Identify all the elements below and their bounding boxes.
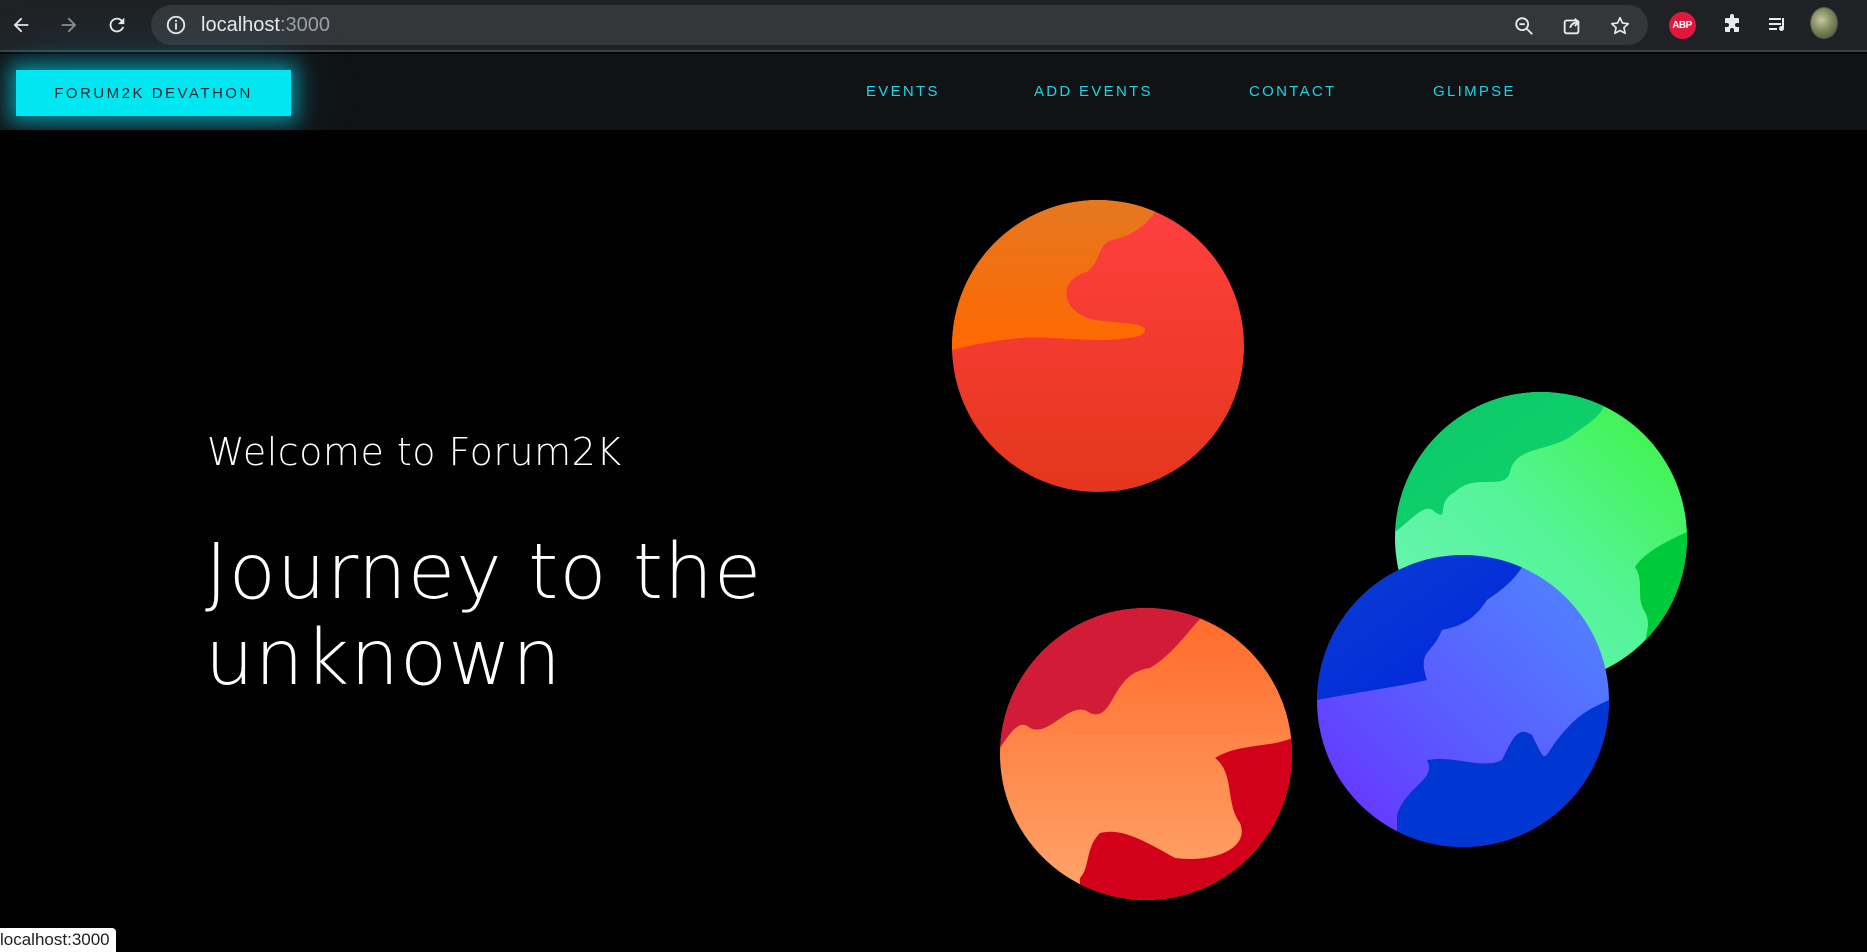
nav-link-events[interactable]: EVENTS [866, 54, 940, 130]
red-planet [1000, 608, 1292, 900]
site-navbar: FORUM2K DEVATHON EVENTS ADD EVENTS CONTA… [0, 54, 1867, 130]
zoom-out-icon[interactable] [1512, 14, 1536, 38]
media-playlist-icon[interactable] [1764, 11, 1792, 39]
nav-link-glimpse[interactable]: GLIMPSE [1433, 54, 1516, 130]
orange-planet [952, 200, 1244, 492]
url-port: :3000 [279, 14, 330, 36]
nav-link-add-events[interactable]: ADD EVENTS [1034, 54, 1153, 130]
url-text[interactable]: localhost:3000 [201, 5, 330, 45]
site-info-icon[interactable] [165, 14, 187, 36]
hero-section: Welcome to Forum2K Journey to the unknow… [0, 130, 1867, 952]
nav-link-contact[interactable]: CONTACT [1249, 54, 1336, 130]
browser-toolbar: localhost:3000 ABP [0, 0, 1867, 52]
blue-planet [1317, 555, 1609, 847]
back-arrow-icon[interactable] [6, 10, 36, 40]
extensions-puzzle-icon[interactable] [1718, 11, 1746, 39]
bookmark-star-icon[interactable] [1608, 14, 1632, 38]
brand-button[interactable]: FORUM2K DEVATHON [16, 70, 291, 116]
share-icon[interactable] [1560, 14, 1584, 38]
forward-arrow-icon[interactable] [54, 10, 84, 40]
address-bar[interactable]: localhost:3000 [151, 5, 1648, 45]
status-bubble-url: localhost:3000 [0, 928, 116, 952]
abp-label: ABP [1668, 11, 1696, 39]
reload-icon[interactable] [102, 10, 132, 40]
welcome-text: Welcome to Forum2K [207, 430, 622, 474]
url-host: localhost [201, 14, 280, 36]
avatar-image [1810, 7, 1838, 39]
adblock-plus-icon[interactable]: ABP [1668, 11, 1696, 39]
hero-headline: Journey to the unknown [205, 528, 763, 703]
profile-avatar[interactable] [1810, 7, 1838, 39]
